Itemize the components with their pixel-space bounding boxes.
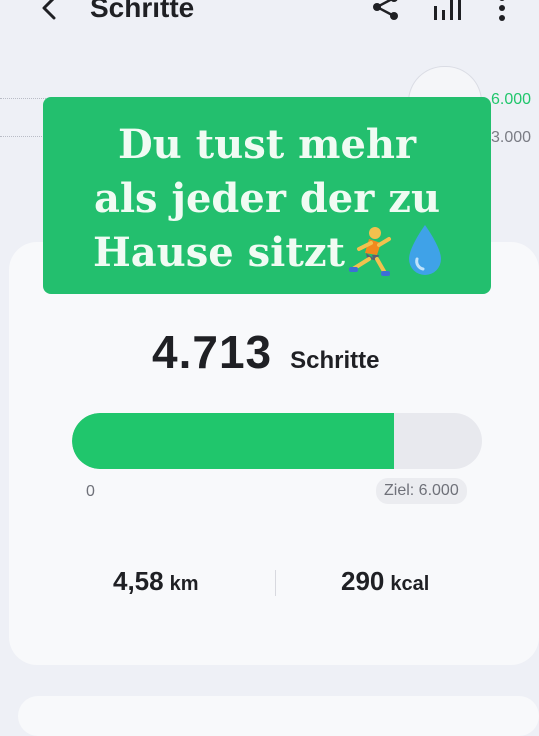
next-card [18,696,539,736]
more-options-icon[interactable] [492,0,526,28]
motivation-banner: Du tust mehr als jeder der zu Hause sitz… [43,97,491,294]
energy-unit: kcal [390,573,430,595]
steps-progress-bar [72,413,482,469]
energy-value: 290 [341,566,385,596]
steps-unit: Schritte [290,347,380,374]
distance-stat: 4,58 km [113,566,199,597]
distance-unit: km [169,573,199,595]
step-count: 4.713 Schritte [152,325,379,379]
chart-tick-label: 6.000 [491,91,532,108]
steps-value: 4.713 [152,326,273,378]
stat-divider [275,570,276,596]
droplet-icon [409,225,441,275]
steps-progress-fill [72,413,395,469]
share-icon[interactable] [368,0,402,28]
app-header: Schritte [0,0,539,30]
page-title: Schritte [90,0,195,23]
runner-icon [349,227,391,276]
chart-tick-label: 3.000 [491,129,532,146]
distance-value: 4,58 [113,566,164,596]
statistics-icon[interactable] [430,0,464,28]
banner-line-1: Du tust mehr [117,121,417,168]
goal-badge: Ziel: 6.000 [376,478,467,504]
banner-line-2: als jeder der zu [93,175,441,222]
progress-min-label: 0 [86,483,95,500]
energy-stat: 290 kcal [341,566,429,597]
back-arrow-icon[interactable] [36,0,68,28]
